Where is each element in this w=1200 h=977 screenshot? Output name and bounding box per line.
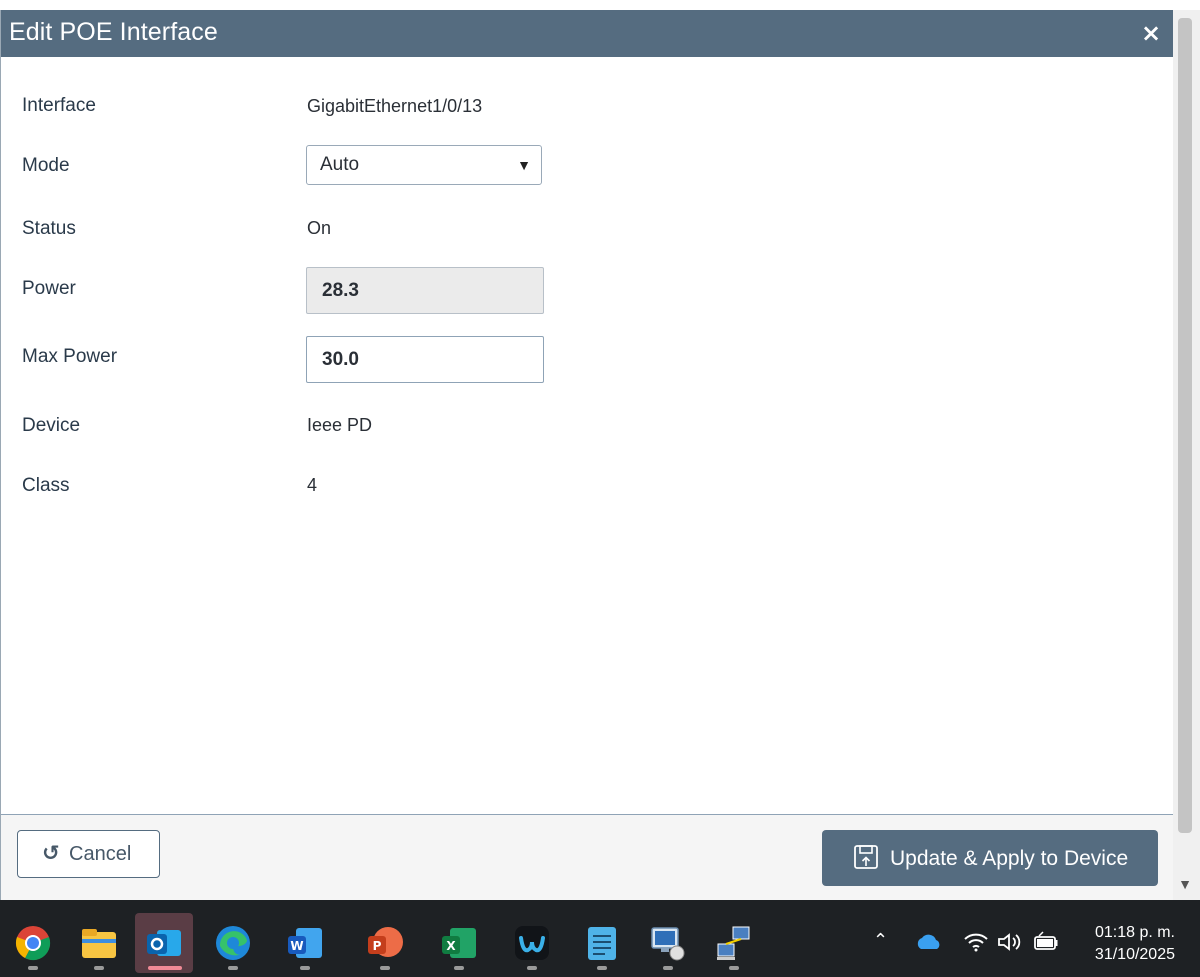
top-strip — [0, 0, 1200, 10]
dropdown-caret-icon: ▼ — [517, 157, 531, 173]
power-label: Power — [22, 278, 76, 299]
device-label: Device — [22, 415, 81, 436]
svg-text:X: X — [446, 939, 456, 953]
taskbar-indicator — [380, 966, 390, 970]
file-explorer-icon[interactable] — [80, 924, 118, 962]
taskbar-indicator — [527, 966, 537, 970]
outlook-icon[interactable] — [145, 924, 183, 962]
wifi-icon[interactable] — [963, 932, 989, 952]
close-icon[interactable]: × — [1138, 20, 1164, 46]
class-value: 4 — [307, 475, 318, 495]
mode-label: Mode — [22, 155, 70, 176]
device-value: Ieee PD — [307, 415, 373, 435]
power-field — [306, 267, 544, 314]
status-label: Status — [22, 218, 76, 239]
battery-icon[interactable] — [1033, 931, 1059, 953]
volume-icon[interactable] — [997, 932, 1023, 952]
word-icon[interactable]: W — [286, 924, 324, 962]
webex-icon[interactable] — [513, 924, 551, 962]
edge-icon[interactable] — [214, 924, 252, 962]
interface-label: Interface — [22, 95, 96, 116]
cancel-button-label: Cancel — [69, 843, 132, 865]
svg-text:W: W — [290, 939, 303, 953]
clock-date: 31/10/2025 — [1094, 946, 1175, 963]
save-icon — [854, 845, 878, 869]
taskbar-clock[interactable]: 01:18 p. m. 31/10/2025 — [1095, 922, 1175, 966]
dialog-title: Edit POE Interface — [9, 18, 218, 46]
dialog-footer: ↺ Cancel Update & Apply to Device — [1, 815, 1174, 900]
vertical-scrollbar[interactable]: ▼ — [1173, 10, 1200, 900]
undo-icon: ↺ — [42, 841, 60, 865]
taskbar-indicator — [729, 966, 739, 970]
status-value: On — [307, 218, 332, 238]
active-app-indicator — [148, 966, 182, 970]
class-label: Class — [22, 475, 70, 496]
dialog-titlebar: Edit POE Interface × — [1, 10, 1174, 57]
mode-selected-value: Auto — [320, 154, 360, 175]
notepad-icon[interactable] — [583, 924, 621, 962]
max-power-field[interactable] — [306, 336, 544, 383]
scrollbar-thumb[interactable] — [1178, 18, 1192, 833]
taskbar-indicator — [663, 966, 673, 970]
scroll-down-arrow-icon[interactable]: ▼ — [1176, 876, 1194, 894]
network-icon[interactable] — [715, 924, 753, 962]
clock-time: 01:18 p. m. — [1094, 924, 1175, 941]
svg-text:P: P — [373, 939, 382, 953]
chrome-icon[interactable] — [14, 924, 52, 962]
taskbar-indicator — [228, 966, 238, 970]
interface-value: GigabitEthernet1/0/13 — [307, 96, 483, 116]
powerpoint-icon[interactable]: P — [366, 924, 404, 962]
update-apply-button[interactable]: Update & Apply to Device — [822, 830, 1158, 886]
excel-icon[interactable]: X — [440, 924, 478, 962]
taskbar-indicator — [597, 966, 607, 970]
taskbar-indicator — [454, 966, 464, 970]
update-button-label: Update & Apply to Device — [890, 847, 1129, 870]
remote-desktop-icon[interactable] — [649, 924, 687, 962]
edit-poe-dialog: Edit POE Interface × Interface GigabitEt… — [0, 10, 1174, 900]
cancel-button[interactable]: ↺ Cancel — [17, 830, 160, 878]
taskbar-indicator — [300, 966, 310, 970]
taskbar-indicator — [28, 966, 38, 970]
show-hidden-icons-chevron-icon[interactable]: ⌃ — [873, 930, 888, 951]
onedrive-cloud-icon[interactable] — [915, 933, 943, 951]
taskbar: W P X ⌃ 01:18 p. m. 31/10/2025 — [0, 900, 1200, 977]
max-power-label: Max Power — [22, 346, 118, 367]
taskbar-indicator — [94, 966, 104, 970]
mode-select[interactable]: Auto ▼ — [306, 145, 542, 185]
